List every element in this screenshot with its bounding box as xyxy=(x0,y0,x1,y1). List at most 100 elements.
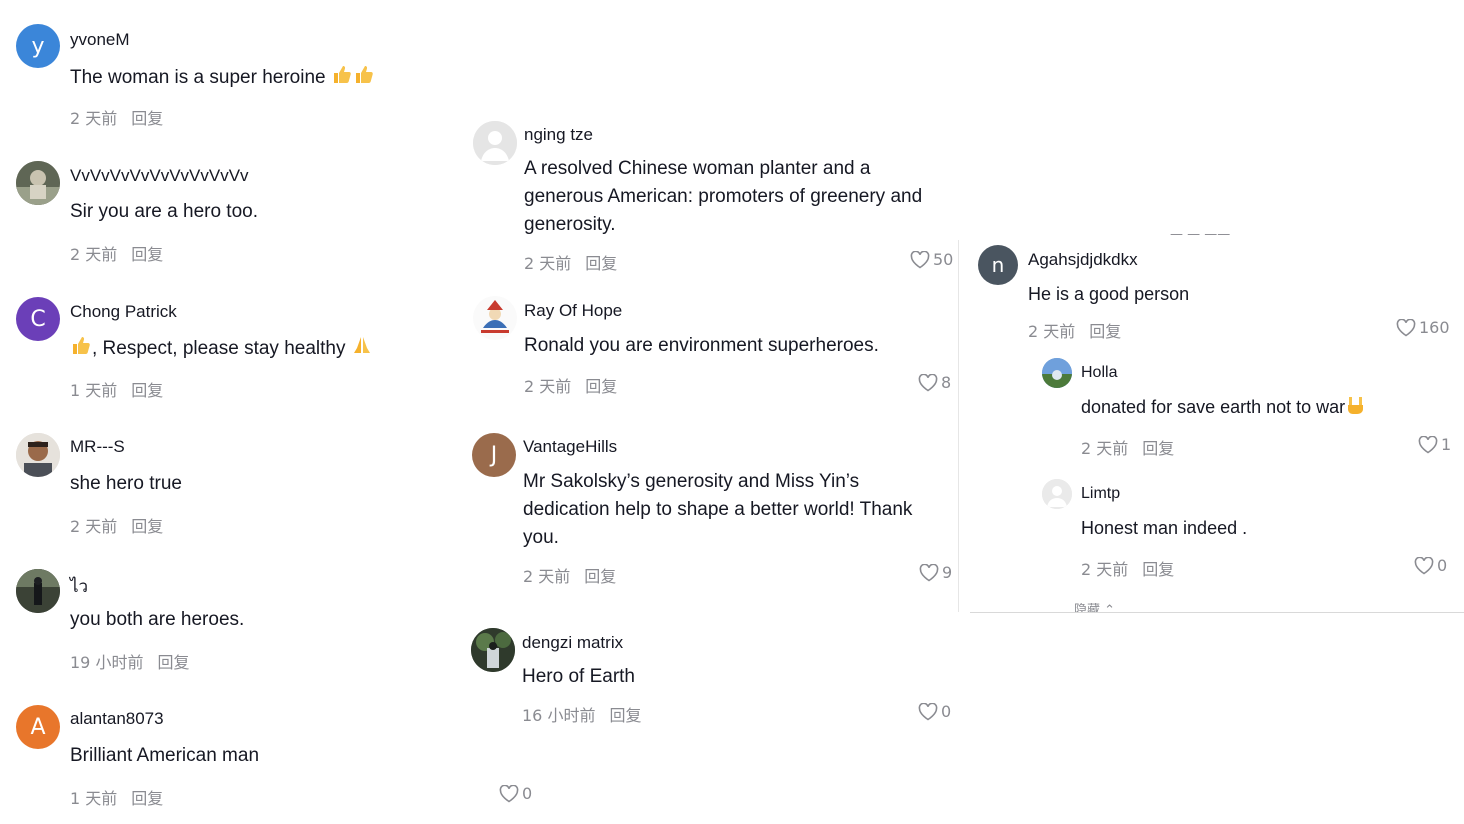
reply-button[interactable]: 回复 xyxy=(1089,322,1121,341)
like-button[interactable]: 0 xyxy=(1414,556,1447,575)
timestamp: 2 天前 xyxy=(70,517,118,536)
like-count: 8 xyxy=(941,373,952,392)
comment-text: Mr Sakolsky’s generosity and Miss Yin’s … xyxy=(523,471,913,548)
comment-author[interactable]: MR---S xyxy=(70,437,125,457)
avatar[interactable]: J xyxy=(472,433,516,477)
timestamp: 2 天前 xyxy=(1081,439,1129,458)
heart-icon xyxy=(1396,318,1416,336)
comment-meta: 2 天前 回复 xyxy=(524,250,617,274)
avatar[interactable] xyxy=(471,628,515,672)
reply-button[interactable]: 回复 xyxy=(157,653,189,672)
like-button[interactable]: 8 xyxy=(918,373,951,392)
avatar[interactable] xyxy=(473,296,517,340)
avatar[interactable]: A xyxy=(16,705,60,749)
comment-author[interactable]: nging tze xyxy=(524,125,593,145)
comment-author[interactable]: Holla xyxy=(1081,364,1117,382)
timestamp: 2 天前 xyxy=(524,254,572,273)
comment-author[interactable]: yvoneM xyxy=(70,30,130,50)
comment-text: A resolved Chinese woman planter and a g… xyxy=(524,158,923,235)
praying-hands-icon xyxy=(351,334,373,365)
avatar[interactable] xyxy=(473,121,517,165)
comment-text: Hero of Earth xyxy=(522,666,635,687)
comment-meta: 2 天前 回复 xyxy=(70,513,163,537)
reply-button[interactable]: 回复 xyxy=(131,517,163,536)
reply-button[interactable]: 回复 xyxy=(1142,439,1174,458)
comment-author[interactable]: Limtp xyxy=(1081,485,1120,503)
reply-button[interactable]: 回复 xyxy=(584,567,616,586)
comment-meta: 1 天前 回复 xyxy=(70,377,163,401)
thumbs-up-icon xyxy=(353,63,375,94)
comment-meta: 2 天前 回复 xyxy=(1028,318,1121,342)
like-button[interactable]: 160 xyxy=(1396,318,1450,337)
like-button[interactable]: 0 xyxy=(918,702,951,721)
comment-author[interactable]: Ray Of Hope xyxy=(524,301,622,321)
like-count: 160 xyxy=(1419,318,1450,337)
reply-button[interactable]: 回复 xyxy=(1142,560,1174,579)
avatar[interactable]: y xyxy=(16,24,60,68)
comment-meta: 2 天前 回复 xyxy=(524,373,617,397)
reply-button[interactable]: 回复 xyxy=(131,789,163,808)
heart-icon xyxy=(919,563,939,581)
comment-meta: 2 天前 回复 xyxy=(70,241,163,265)
avatar[interactable] xyxy=(16,161,60,205)
timestamp: 2 天前 xyxy=(1028,322,1076,341)
timestamp: 2 天前 xyxy=(70,245,118,264)
timestamp: 2 天前 xyxy=(70,109,118,128)
like-count: 50 xyxy=(933,250,954,269)
comment-meta: 1 天前 回复 xyxy=(70,785,163,809)
like-count: 0 xyxy=(1437,556,1448,575)
reply-button[interactable]: 回复 xyxy=(609,706,641,725)
like-count: 1 xyxy=(1441,435,1452,454)
comment-meta: 19 小时前 回复 xyxy=(70,649,189,673)
comment-author[interactable]: Chong Patrick xyxy=(70,302,177,322)
reply-button[interactable]: 回复 xyxy=(585,377,617,396)
reply-button[interactable]: 回复 xyxy=(131,109,163,128)
comment-author[interactable]: alantan8073 xyxy=(70,709,164,729)
like-count: 9 xyxy=(942,563,953,582)
like-count: 0 xyxy=(522,784,533,803)
comment-author[interactable]: ไว xyxy=(70,573,88,600)
comment-author[interactable]: Agahsjdjdkdkx xyxy=(1028,250,1138,270)
thumbs-up-icon xyxy=(331,63,353,94)
comment-meta: 16 小时前 回复 xyxy=(522,702,641,726)
comment-text: Sir you are a hero too. xyxy=(70,201,258,222)
column-divider xyxy=(958,240,959,612)
timestamp: 1 天前 xyxy=(70,789,118,808)
reply-button[interactable]: 回复 xyxy=(131,381,163,400)
comment-text: He is a good person xyxy=(1028,284,1190,304)
comment-meta: 2 天前 回复 xyxy=(523,563,616,587)
comment-author[interactable]: dengzi matrix xyxy=(522,633,623,653)
comment-text: you both are heroes. xyxy=(70,609,245,630)
timestamp: 19 小时前 xyxy=(70,653,144,672)
panel-divider xyxy=(970,612,1464,613)
like-button[interactable]: 0 xyxy=(499,784,532,803)
comment-author[interactable]: VvVvVvVvVvVvVvVvVv xyxy=(70,166,249,186)
like-button[interactable]: 9 xyxy=(919,563,952,582)
comment-author[interactable]: VantageHills xyxy=(523,437,617,457)
comment-text: Honest man indeed . xyxy=(1081,518,1248,538)
avatar[interactable]: n xyxy=(978,245,1018,285)
reply-button[interactable]: 回复 xyxy=(585,254,617,273)
like-count: 0 xyxy=(941,702,952,721)
avatar[interactable]: C xyxy=(16,297,60,341)
heart-icon xyxy=(1418,435,1438,453)
avatar[interactable] xyxy=(1042,479,1072,509)
reply-button[interactable]: 回复 xyxy=(131,245,163,264)
hide-replies-link[interactable]: 隐藏 ⌃ xyxy=(1074,603,1115,612)
heart-icon xyxy=(918,373,938,391)
heart-icon xyxy=(910,250,930,268)
like-button[interactable]: 50 xyxy=(910,250,953,269)
heart-icon xyxy=(1414,556,1434,574)
comment-meta: 2 天前 回复 xyxy=(70,105,163,129)
thumbs-up-icon xyxy=(70,334,92,365)
clipped-text-fragment: — — —— xyxy=(1170,232,1231,241)
like-button[interactable]: 1 xyxy=(1418,435,1451,454)
timestamp: 2 天前 xyxy=(523,567,571,586)
comment-text: , Respect, please stay healthy xyxy=(70,334,373,365)
timestamp: 1 天前 xyxy=(70,381,118,400)
avatar[interactable] xyxy=(1042,358,1072,388)
comment-text: she hero true xyxy=(70,473,182,494)
rock-on-hand-icon xyxy=(1345,395,1365,423)
avatar[interactable] xyxy=(16,433,60,477)
avatar[interactable] xyxy=(16,569,60,613)
